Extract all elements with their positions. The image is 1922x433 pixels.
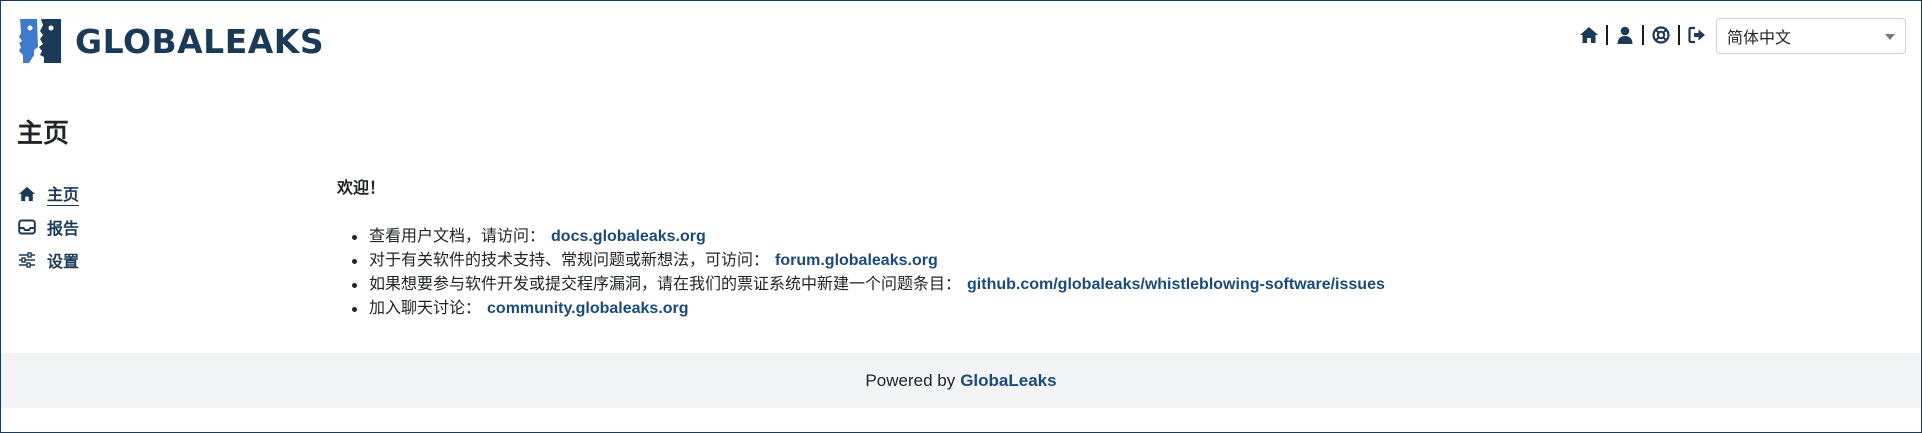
- inbox-icon: [17, 217, 37, 237]
- list-item-text: 对于有关软件的技术支持、常规问题或新想法，可访问：: [369, 252, 770, 269]
- app-window: GLOBALEAKS 简体中文 主页 主页 报告 设置 欢迎！ 查看用户文档，请…: [0, 0, 1922, 433]
- language-select[interactable]: 简体中文: [1716, 18, 1906, 54]
- sidebar-item-label: 主页: [47, 181, 80, 206]
- community-link[interactable]: community.globaleaks.org: [487, 300, 689, 317]
- github-issues-link[interactable]: github.com/globaleaks/whistleblowing-sof…: [967, 276, 1385, 293]
- forum-link[interactable]: forum.globaleaks.org: [775, 252, 938, 269]
- sidebar-item-label: 设置: [47, 253, 80, 271]
- sidebar: 主页 报告 设置: [17, 177, 80, 276]
- globaleaks-logo-icon: [19, 19, 61, 63]
- globaleaks-link[interactable]: GlobaLeaks: [960, 371, 1056, 391]
- page-title: 主页: [17, 118, 70, 148]
- list-item-text: 查看用户文档，请访问：: [369, 228, 546, 245]
- sidebar-item-reports[interactable]: 报告: [17, 210, 79, 243]
- list-item: 加入聊天讨论： community.globaleaks.org: [337, 297, 1837, 321]
- logo-text: GLOBALEAKS: [75, 21, 325, 61]
- sliders-icon: [17, 250, 37, 270]
- logo[interactable]: GLOBALEAKS: [17, 17, 324, 65]
- main-content: 欢迎！ 查看用户文档，请访问： docs.globaleaks.org 对于有关软…: [337, 177, 1837, 321]
- top-nav-icons: [1578, 23, 1708, 47]
- welcome-heading: 欢迎！: [337, 180, 386, 197]
- docs-link[interactable]: docs.globaleaks.org: [551, 228, 706, 245]
- home-icon[interactable]: [1578, 24, 1600, 46]
- support-icon[interactable]: [1650, 24, 1672, 46]
- divider: [1678, 25, 1680, 45]
- divider: [1606, 25, 1608, 45]
- footer: Powered by GlobaLeaks: [1, 353, 1921, 408]
- home-icon: [17, 184, 37, 204]
- list-item: 如果想要参与软件开发或提交程序漏洞，请在我们的票证系统中新建一个问题条目： git…: [337, 273, 1837, 297]
- list-item: 对于有关软件的技术支持、常规问题或新想法，可访问： forum.globaleak…: [337, 249, 1837, 273]
- footer-text: Powered by: [865, 370, 956, 390]
- divider: [1642, 25, 1644, 45]
- sidebar-item-settings[interactable]: 设置: [17, 243, 79, 276]
- sidebar-item-label: 报告: [47, 220, 80, 238]
- logout-icon[interactable]: [1686, 24, 1708, 46]
- help-links-list: 查看用户文档，请访问： docs.globaleaks.org 对于有关软件的技术…: [337, 225, 1837, 321]
- chevron-down-icon: [1885, 34, 1895, 40]
- language-select-value: 简体中文: [1727, 30, 1792, 47]
- list-item: 查看用户文档，请访问： docs.globaleaks.org: [337, 225, 1837, 249]
- header: GLOBALEAKS 简体中文: [1, 1, 1921, 91]
- sidebar-item-home[interactable]: 主页: [17, 177, 80, 210]
- list-item-text: 加入聊天讨论：: [369, 300, 482, 317]
- user-icon[interactable]: [1614, 24, 1636, 46]
- list-item-text: 如果想要参与软件开发或提交程序漏洞，请在我们的票证系统中新建一个问题条目：: [369, 276, 962, 293]
